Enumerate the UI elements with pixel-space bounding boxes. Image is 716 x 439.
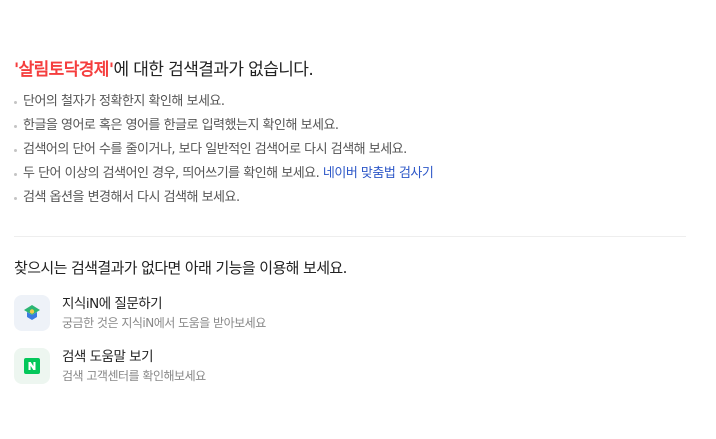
tip-text: 두 단어 이상의 검색어인 경우, 띄어쓰기를 확인해 보세요. [23, 166, 320, 181]
feature-title: 검색 도움말 보기 [62, 349, 154, 365]
feature-title: 지식iN에 질문하기 [62, 296, 163, 312]
tip-item: 한글을 영어로 혹은 영어를 한글로 입력했는지 확인해 보세요. [14, 116, 433, 140]
no-results-message: 에 대한 검색결과가 없습니다. [113, 60, 314, 80]
tip-text: 한글을 영어로 혹은 영어를 한글로 입력했는지 확인해 보세요. [23, 118, 339, 133]
tip-item: 검색어의 단어 수를 줄이거나, 보다 일반적인 검색어로 다시 검색해 보세요… [14, 140, 433, 164]
spell-checker-link[interactable]: 네이버 맞춤법 검사기 [323, 166, 434, 181]
feature-description: 검색 고객센터를 확인해보세요 [62, 369, 206, 383]
tip-text: 검색 옵션을 변경해서 다시 검색해 보세요. [23, 190, 240, 205]
tip-text: 단어의 철자가 정확한지 확인해 보세요. [23, 94, 225, 109]
kin-icon [14, 295, 50, 331]
naver-n-icon [14, 348, 50, 384]
search-tips-list: 단어의 철자가 정확한지 확인해 보세요. 한글을 영어로 혹은 영어를 한글로… [14, 92, 434, 212]
search-query-highlight: '살림토닥경제' [14, 60, 114, 80]
section-divider [14, 236, 686, 237]
search-help-link[interactable]: 검색 도움말 보기 검색 고객센터를 확인해보세요 [14, 348, 414, 386]
tip-item: 단어의 철자가 정확한지 확인해 보세요. [14, 92, 433, 116]
tip-item: 두 단어 이상의 검색어인 경우, 띄어쓰기를 확인해 보세요. 네이버 맞춤법… [14, 164, 434, 188]
ask-kin-link[interactable]: 지식iN에 질문하기 궁금한 것은 지식iN에서 도움을 받아보세요 [14, 295, 414, 333]
no-results-heading: '살림토닥경제'에 대한 검색결과가 없습니다. [14, 55, 314, 80]
tip-item: 검색 옵션을 변경해서 다시 검색해 보세요. [14, 188, 433, 212]
alternative-features-heading: 찾으시는 검색결과가 없다면 아래 기능을 이용해 보세요. [14, 259, 347, 277]
feature-description: 궁금한 것은 지식iN에서 도움을 받아보세요 [62, 316, 266, 330]
tip-text: 검색어의 단어 수를 줄이거나, 보다 일반적인 검색어로 다시 검색해 보세요… [23, 142, 407, 157]
